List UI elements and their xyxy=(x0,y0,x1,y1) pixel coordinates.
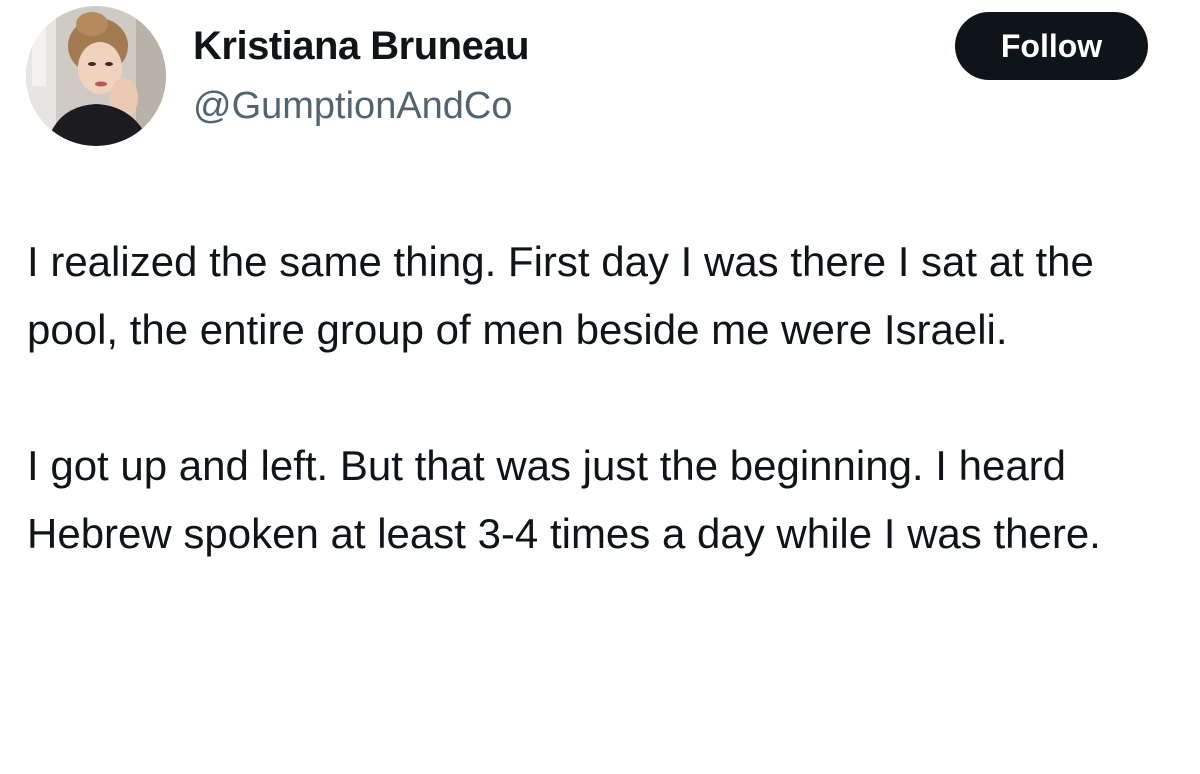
follow-button[interactable]: Follow xyxy=(955,12,1148,80)
profile-photo-icon xyxy=(26,6,166,146)
tweet-card: Kristiana Bruneau @GumptionAndCo Follow … xyxy=(0,0,1200,774)
tweet-text: I realized the same thing. First day I w… xyxy=(27,228,1177,568)
tweet-paragraph: I realized the same thing. First day I w… xyxy=(27,238,1094,353)
author-display-name[interactable]: Kristiana Bruneau xyxy=(193,20,530,72)
tweet-paragraph: I got up and left. But that was just the… xyxy=(27,442,1101,557)
author-handle[interactable]: @GumptionAndCo xyxy=(193,80,513,132)
avatar[interactable] xyxy=(26,6,166,146)
